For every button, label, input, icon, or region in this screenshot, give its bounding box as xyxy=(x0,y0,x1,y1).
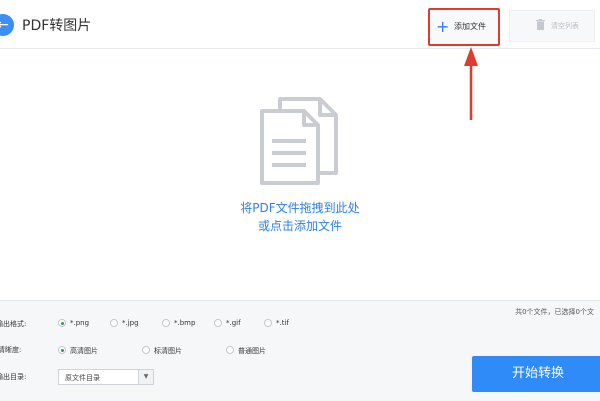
quality-option-label: 标清图片 xyxy=(154,347,182,355)
settings-panel: 共0个文件，已选择0个文 输出格式: *.png *.jpg *.bmp *.g… xyxy=(0,300,600,401)
start-convert-button[interactable]: 开始转换 xyxy=(472,356,600,392)
quality-option-label: 普通图片 xyxy=(238,347,266,355)
radio-format-gif[interactable] xyxy=(214,319,222,327)
documents-icon xyxy=(260,97,338,185)
trash-icon xyxy=(536,19,545,30)
radio-quality-normal[interactable] xyxy=(226,346,234,354)
add-files-label: 添加文件 xyxy=(454,22,486,31)
output-directory-select[interactable]: 原文件目录 ▼ xyxy=(58,369,154,385)
page-title: PDF转图片 xyxy=(22,18,92,34)
output-directory-value: 原文件目录 xyxy=(65,374,100,382)
format-option-label: *.jpg xyxy=(122,319,139,327)
title-bar: ← PDF转图片 + 添加文件 清空列表 xyxy=(0,0,600,49)
clear-list-button[interactable]: 清空列表 xyxy=(509,10,595,42)
output-label: 输出目录: xyxy=(0,373,27,381)
radio-quality-hd[interactable] xyxy=(58,346,66,354)
quality-option-label: 高清图片 xyxy=(70,347,98,355)
radio-format-bmp[interactable] xyxy=(162,319,170,327)
drop-hint-secondary[interactable]: 或点击添加文件 xyxy=(0,217,600,234)
add-files-button[interactable]: + 添加文件 xyxy=(428,8,500,46)
chevron-down-icon: ▼ xyxy=(138,370,153,384)
clear-list-label: 清空列表 xyxy=(551,22,579,30)
format-option-label: *.bmp xyxy=(174,319,196,327)
file-dropzone[interactable]: 将PDF文件拖拽到此处 或点击添加文件 xyxy=(0,49,600,300)
file-count: 共0个文件，已选择0个文 xyxy=(515,308,594,316)
radio-quality-sd[interactable] xyxy=(142,346,150,354)
drop-hint-primary: 将PDF文件拖拽到此处 xyxy=(240,201,360,215)
format-label: 输出格式: xyxy=(0,320,27,328)
radio-format-jpg[interactable] xyxy=(110,319,118,327)
radio-format-png[interactable] xyxy=(58,319,66,327)
plus-icon: + xyxy=(436,17,450,36)
arrow-left-icon[interactable]: ← xyxy=(0,14,14,36)
format-option-label: *.png xyxy=(70,319,90,327)
quality-label: 清晰度: xyxy=(0,346,22,354)
format-option-label: *.gif xyxy=(226,319,241,327)
format-option-label: *.tif xyxy=(276,319,289,327)
radio-format-tif[interactable] xyxy=(264,319,272,327)
